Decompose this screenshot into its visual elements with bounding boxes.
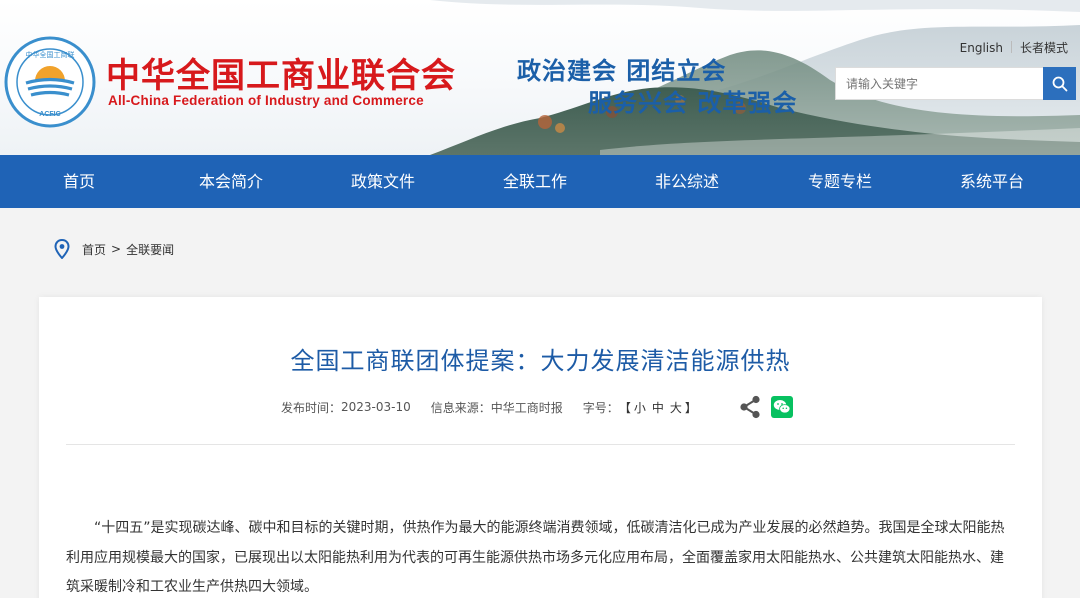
- article-paragraph: “十四五”是实现碳达峰、碳中和目标的关键时期，供热作为最大的能源终端消费领域，低…: [66, 520, 1005, 595]
- site-logo-english-name[interactable]: All-China Federation of Industry and Com…: [108, 93, 424, 108]
- emblem-ring-text-bottom: ACFIC: [39, 111, 60, 118]
- site-header: 中华全国工商联 ACFIC 中华全国工商业联合会 All-China Feder…: [0, 0, 1080, 155]
- location-pin-icon: [54, 239, 70, 259]
- font-size-label: 字号：: [582, 400, 619, 415]
- article-card: 全国工商联团体提案：大力发展清洁能源供热 发布时间： 2023-03-10 信息来…: [39, 297, 1042, 598]
- nav-item-policy[interactable]: 政策文件: [307, 155, 459, 208]
- breadcrumb: 首页 > 全联要闻: [54, 238, 174, 260]
- breadcrumb-current[interactable]: 全联要闻: [126, 241, 174, 258]
- bracket-open: 【: [618, 400, 631, 415]
- search-icon: [1052, 76, 1067, 91]
- main-nav: 首页 本会简介 政策文件 全联工作 非公综述 专题专栏 系统平台: [0, 155, 1080, 208]
- emblem-ring-text-top: 中华全国工商联: [26, 50, 75, 59]
- nav-item-topics[interactable]: 专题专栏: [764, 155, 916, 208]
- publish-label: 发布时间：: [281, 400, 342, 415]
- source-value: 中华工商时报: [490, 400, 563, 415]
- wechat-icon: [773, 400, 791, 414]
- site-logo-chinese-name[interactable]: 中华全国工商业联合会: [106, 48, 456, 97]
- font-size-medium-button[interactable]: 中: [652, 401, 664, 415]
- slogan-line-1: 政治建会 团结立会: [517, 57, 727, 85]
- nav-item-platform[interactable]: 系统平台: [916, 155, 1068, 208]
- share-icon[interactable]: [739, 395, 761, 419]
- link-divider: [1010, 41, 1012, 53]
- meta-divider: [66, 444, 1015, 445]
- acfic-emblem-logo[interactable]: 中华全国工商联 ACFIC: [4, 36, 96, 128]
- font-size-small-button[interactable]: 小: [634, 401, 646, 415]
- breadcrumb-separator: >: [111, 242, 122, 256]
- elder-mode-link[interactable]: 长者模式: [1020, 39, 1068, 56]
- publish-date: 2023-03-10: [341, 400, 411, 414]
- nav-item-home[interactable]: 首页: [3, 155, 155, 208]
- english-link[interactable]: English: [960, 41, 1003, 55]
- article-meta: 发布时间： 2023-03-10 信息来源： 中华工商时报 字号： 【小中大】: [281, 399, 697, 415]
- breadcrumb-home-link[interactable]: 首页: [82, 241, 106, 258]
- header-links: English 长者模式: [960, 39, 1068, 56]
- nav-item-work[interactable]: 全联工作: [459, 155, 611, 208]
- article-title: 全国工商联团体提案：大力发展清洁能源供热: [290, 347, 791, 375]
- search-button[interactable]: [1043, 67, 1076, 100]
- nav-item-nonpublic[interactable]: 非公综述: [611, 155, 763, 208]
- bracket-close: 】: [684, 400, 697, 415]
- wechat-share-button[interactable]: [771, 396, 793, 418]
- search-input[interactable]: [835, 67, 1044, 100]
- nav-item-about[interactable]: 本会简介: [155, 155, 307, 208]
- font-size-controls: 【小中大】: [619, 399, 697, 416]
- slogan-line-2: 服务兴会 改革强会: [588, 89, 798, 117]
- font-size-large-button[interactable]: 大: [670, 401, 682, 415]
- source-label: 信息来源：: [430, 400, 491, 415]
